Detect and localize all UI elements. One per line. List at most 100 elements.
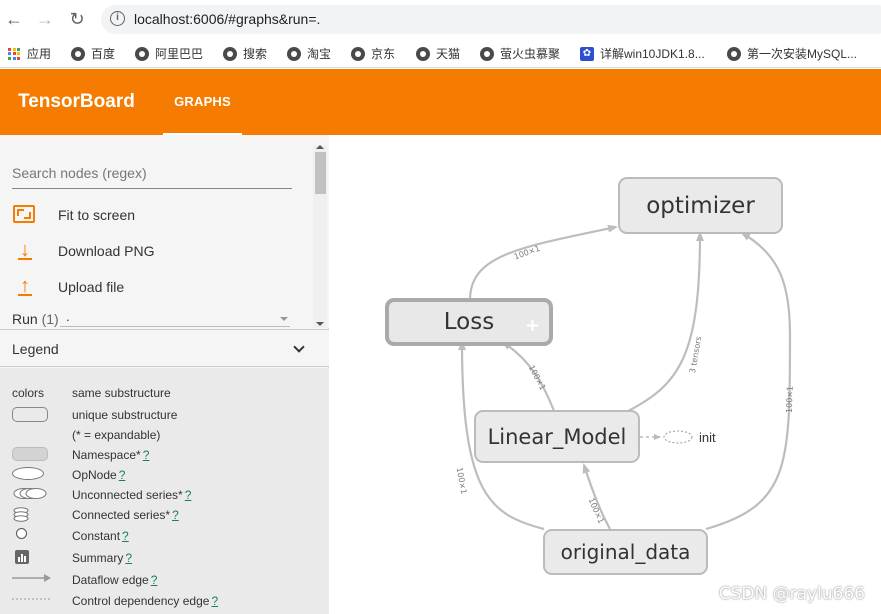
help-link[interactable]: ? [125,551,132,565]
legend-item: Unconnected series*? [0,486,329,504]
legend-title: Legend [12,341,59,357]
fit-to-screen-button[interactable]: Fit to screen [12,203,135,227]
legend-item: Control dependency edge? [0,592,329,610]
legend-unique-substructure: unique substructure [72,408,178,422]
namespace-icon [12,447,48,461]
bookmark-label: 京东 [371,47,396,61]
back-icon[interactable]: ← [3,8,25,30]
sidebar-scrollbar[interactable] [313,145,327,328]
summary-icon [15,550,29,564]
globe-icon [351,46,365,61]
legend-item: Dataflow edge? [0,571,329,589]
globe-icon [223,46,237,61]
run-select[interactable]: . [60,309,290,327]
edge-label: 100×1 [527,364,548,392]
globe-icon [135,46,149,61]
bookmark-apps[interactable]: 应用 [8,45,51,62]
tab-graphs[interactable]: GRAPHS [163,69,242,135]
info-icon[interactable]: i [110,11,125,26]
original-data-node[interactable]: original_data [543,529,708,575]
graph-canvas[interactable]: 100×1 3 tensors 100×1 100×1 100×1 100×1 … [330,135,881,614]
paw-icon: ✿ [580,46,594,61]
dropdown-caret-icon [280,317,288,321]
reload-icon[interactable]: ↻ [66,8,88,30]
legend-item: Connected series*? [0,506,329,524]
browser-toolbar: ← → ↻ i localhost:6006/#graphs&run=. [0,0,881,38]
constant-icon [16,528,27,539]
bookmark-item[interactable]: 淘宝 [287,45,331,62]
edge-label: 100×1 [455,467,469,495]
bookmark-label: 应用 [27,47,52,61]
legend-toggle[interactable]: Legend [0,329,329,367]
address-bar[interactable]: i localhost:6006/#graphs&run=. [101,5,881,34]
legend-panel: colors same substructure unique substruc… [0,368,329,614]
optimizer-node[interactable]: optimizer [618,177,783,234]
globe-icon [71,46,85,61]
run-count: (1) [41,311,59,327]
help-link[interactable]: ? [172,508,179,522]
control-edge-icon [12,593,50,605]
bookmark-item[interactable]: ✿ 详解win10JDK1.8... [580,45,705,62]
edge-label: 100×1 [785,386,795,413]
bookmark-label: 详解win10JDK1.8... [600,47,705,61]
legend-opnode: OpNode [72,468,117,482]
forward-icon[interactable]: → [34,8,56,30]
scroll-thumb[interactable] [315,152,326,194]
bookmark-item[interactable]: 搜索 [223,45,267,62]
legend-unique-row: unique substructure [0,406,329,424]
legend-item: Namespace*? [0,446,329,464]
legend-item: Constant? [0,527,329,545]
upload-icon: ↑ [18,275,32,297]
url-text: localhost:6006/#graphs&run=. [134,11,321,27]
upload-file-button[interactable]: ↑ Upload file [12,275,124,299]
bookmark-item[interactable]: 百度 [71,45,115,62]
bookmark-label: 天猫 [436,47,461,61]
help-link[interactable]: ? [119,468,126,482]
tab-label: GRAPHS [174,94,231,109]
connected-series-icon [12,507,30,522]
legend-note-row: (* = expandable) [0,426,329,444]
graph-controls: Search nodes (regex) Fit to screen ↓ Dow… [0,135,329,328]
download-png-button[interactable]: ↓ Download PNG [12,239,155,263]
search-input[interactable]: Search nodes (regex) [12,165,292,189]
scroll-down-icon[interactable] [316,322,324,326]
bookmarks-bar: 应用 百度 阿里巴巴 搜索 淘宝 京东 天猫 萤火虫慕聚 ✿ 详解win10JDK… [0,38,881,68]
bookmark-label: 淘宝 [307,47,332,61]
legend-connected: Connected series* [72,508,171,522]
bookmark-item[interactable]: 天猫 [416,45,460,62]
legend-unconnected: Unconnected series* [72,488,183,502]
run-text: Run [12,311,38,327]
help-link[interactable]: ? [185,488,192,502]
sidebar: Search nodes (regex) Fit to screen ↓ Dow… [0,135,329,614]
fit-screen-icon [13,205,35,223]
download-icon: ↓ [18,239,32,261]
expand-plus-icon[interactable]: + [525,306,540,346]
legend-dataflow: Dataflow edge [72,573,149,587]
legend-colors-label: colors [12,386,45,400]
legend-item: OpNode? [0,466,329,484]
help-link[interactable]: ? [143,448,150,462]
node-label: Loss [443,309,495,335]
node-label: original_data [560,540,691,564]
loss-node[interactable]: Loss + [385,298,553,346]
bookmark-item[interactable]: 阿里巴巴 [135,45,203,62]
run-label: Run (1) [12,311,59,327]
help-link[interactable]: ? [122,529,129,543]
legend-constant: Constant [72,529,121,543]
legend-expandable-note: (* = expandable) [72,428,161,442]
help-link[interactable]: ? [211,594,218,608]
opnode-icon [12,467,44,480]
bookmark-item[interactable]: 第一次安装MySQL... [727,45,857,62]
help-link[interactable]: ? [151,573,158,587]
init-node [663,430,693,444]
bookmark-item[interactable]: 萤火虫慕聚 [480,45,560,62]
linear-model-node[interactable]: Linear_Model [474,410,640,463]
apps-grid-icon [8,47,20,60]
scroll-up-icon[interactable] [316,145,324,149]
legend-namespace: Namespace* [72,448,141,462]
bookmark-item[interactable]: 京东 [351,45,395,62]
dataflow-edge-icon [12,572,52,584]
init-label[interactable]: init [699,430,716,445]
node-label: optimizer [646,193,755,219]
chevron-down-icon [293,341,305,353]
